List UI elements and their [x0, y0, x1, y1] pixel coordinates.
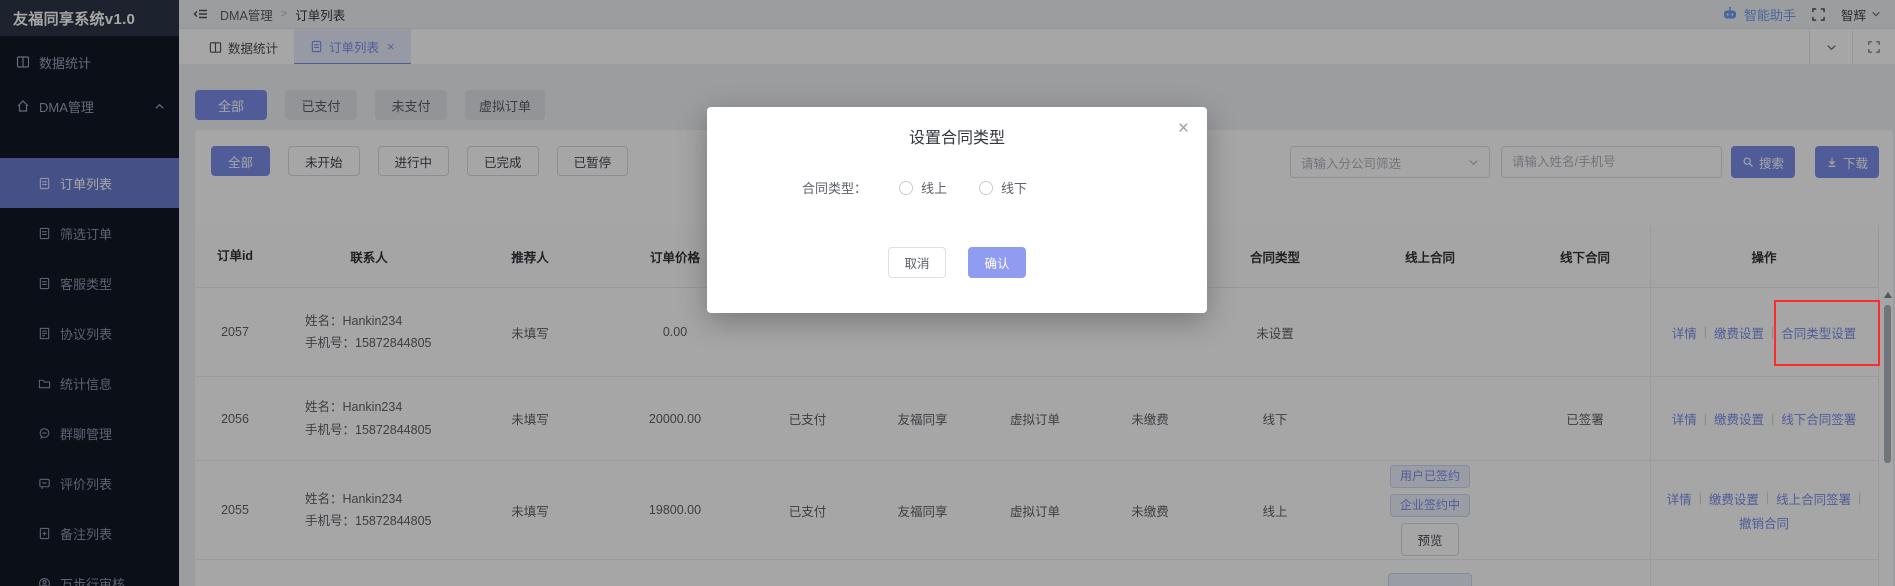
radio-offline[interactable]: 线下 [979, 178, 1027, 197]
radio-circle-icon [979, 181, 993, 195]
dialog-title: 设置合同类型 [707, 107, 1207, 148]
radio-circle-icon [899, 181, 913, 195]
confirm-button[interactable]: 确认 [968, 247, 1026, 278]
set-contract-type-dialog: 设置合同类型 × 合同类型： 线上 线下 取消 确认 [707, 107, 1207, 313]
app-window: 友福同享系统v1.0 数据统计 DMA管理 订单列表 筛选订单 [0, 0, 1895, 586]
contract-type-field-label: 合同类型： [802, 178, 867, 197]
click-highlight-box [1774, 300, 1880, 366]
dialog-body: 合同类型： 线上 线下 [802, 178, 1027, 197]
dialog-footer: 取消 确认 [707, 247, 1207, 278]
close-icon[interactable]: × [1178, 119, 1189, 138]
radio-online[interactable]: 线上 [899, 178, 947, 197]
cancel-button[interactable]: 取消 [888, 247, 946, 278]
radio-offline-label: 线下 [1001, 178, 1027, 197]
radio-online-label: 线上 [921, 178, 947, 197]
